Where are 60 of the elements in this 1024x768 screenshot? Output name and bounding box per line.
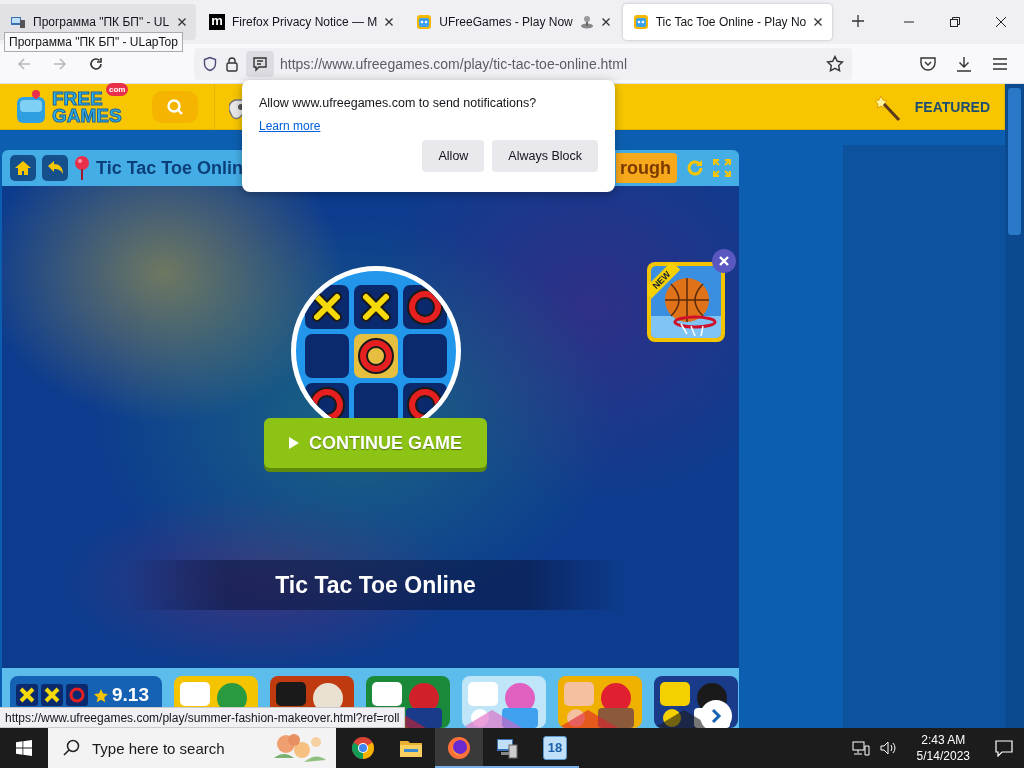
clock[interactable]: 2:43 AM 5/14/2023 (908, 732, 978, 764)
allow-button[interactable]: Allow (422, 140, 485, 172)
url-text: https://www.ufreegames.com/play/tic-tac-toe-online.html (280, 55, 629, 72)
tic-tac-toe-icon (16, 684, 88, 706)
pocket-icon[interactable] (919, 54, 937, 73)
site-logo-icon: m (209, 14, 225, 30)
scrollbar-thumb[interactable] (1008, 88, 1021, 235)
chevron-right-icon (710, 708, 722, 724)
close-icon[interactable] (813, 17, 824, 27)
pin-icon (74, 155, 90, 181)
joystick-icon (579, 15, 594, 29)
close-icon[interactable] (384, 17, 395, 27)
star-icon (94, 689, 108, 703)
search-field[interactable]: Type here to search (90, 738, 254, 758)
computer-icon (10, 14, 26, 30)
address-bar[interactable]: https://www.ufreegames.com/play/tic-tac-toe-online.html (194, 47, 852, 80)
close-button[interactable] (712, 249, 736, 273)
game-icon (632, 14, 649, 30)
home-icon (14, 159, 32, 177)
plus-icon (851, 13, 866, 28)
play-icon (289, 437, 299, 449)
game-title: Tic Tac Toe Onlin (96, 157, 244, 179)
lock-icon[interactable] (224, 55, 240, 72)
close-icon[interactable] (600, 17, 611, 27)
download-icon[interactable] (955, 54, 973, 73)
chrome-icon (351, 736, 375, 760)
browser-tab[interactable]: m Firefox Privacy Notice — M (199, 4, 404, 40)
permission-button[interactable] (246, 50, 274, 77)
browser-tab[interactable]: UFreeGames - Play Now (406, 4, 620, 40)
home-button[interactable] (10, 155, 36, 181)
reload-icon[interactable] (88, 55, 104, 72)
block-button[interactable]: Always Block (492, 140, 598, 172)
speech-bubble-icon (252, 55, 268, 72)
learn-more-link[interactable]: Learn more (259, 119, 321, 133)
network-icon[interactable] (851, 740, 870, 756)
walkthrough-button[interactable]: rough (616, 153, 677, 183)
bookmark-star-icon[interactable] (826, 54, 844, 73)
close-icon[interactable] (177, 17, 187, 27)
notifications-icon (995, 739, 1013, 757)
volume-icon[interactable] (879, 740, 898, 756)
tooltip: Программа "ПК БП" - ULapTop (4, 32, 183, 52)
firefox-icon (447, 735, 471, 760)
game-icon (416, 14, 433, 30)
close-icon (719, 256, 729, 266)
windows-logo-icon (16, 740, 32, 756)
scrollbar[interactable] (1005, 84, 1024, 728)
browser-tab[interactable]: Tic Tac Toe Online - Play No (622, 4, 833, 40)
shield-icon[interactable] (202, 55, 218, 72)
close-icon (995, 16, 1007, 28)
taskbar-button[interactable]: 18 (531, 728, 579, 768)
popup-message: Allow www.ufreegames.com to send notifications? (259, 96, 538, 110)
search-icon (62, 739, 80, 757)
link-preview-tooltip: https://www.ufreegames.com/play/summer-fashion-makeover.html?ref=roll (0, 707, 406, 728)
search-bar[interactable]: Type here to search (48, 728, 336, 768)
back-button[interactable] (42, 155, 68, 181)
restore-icon (949, 16, 961, 28)
rating-text: 9.13 (112, 684, 149, 706)
nav-link[interactable]: FEATURED (914, 98, 990, 115)
search-icon (165, 97, 184, 116)
calendar-icon: 18 (543, 735, 567, 760)
